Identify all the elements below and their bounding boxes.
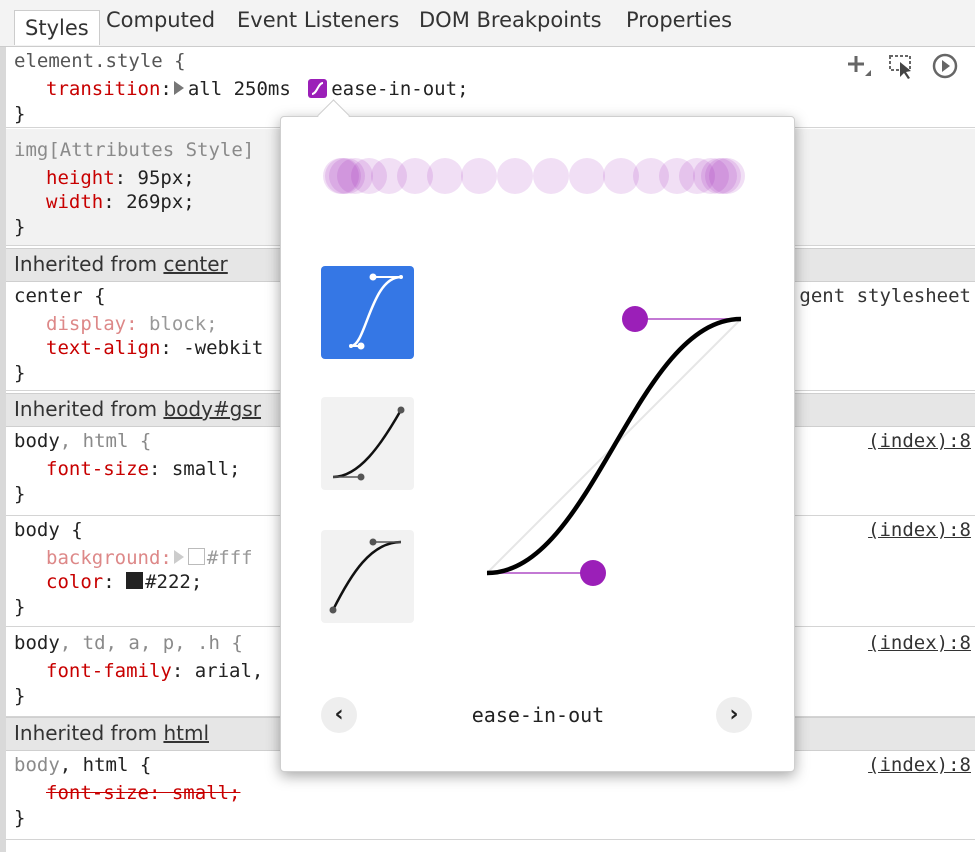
rule-source: gent stylesheet	[799, 285, 971, 307]
preset-ease-out[interactable]	[321, 530, 414, 623]
expand-triangle-icon[interactable]	[173, 550, 184, 564]
rule-source-link[interactable]: (index):8	[868, 632, 971, 654]
inherited-link[interactable]: center	[163, 252, 227, 276]
property-name: height	[46, 167, 115, 189]
color-swatch-icon[interactable]	[126, 572, 144, 589]
selector: center {	[14, 285, 106, 307]
rule-close: }	[14, 216, 26, 238]
selector: element.style {	[14, 50, 186, 72]
tab-bar: Styles Computed Event Listeners DOM Brea…	[0, 0, 975, 47]
property-value: all 250ms	[187, 78, 303, 100]
rule-close: }	[14, 483, 26, 505]
selector: body {	[14, 519, 83, 541]
inherited-label: Inherited from	[14, 397, 164, 421]
rule-toolbar	[845, 52, 965, 82]
text-align-declaration[interactable]: text-align: -webkit	[46, 337, 263, 359]
inherited-link[interactable]: html	[163, 721, 209, 745]
expand-triangle-icon[interactable]	[173, 81, 184, 95]
bezier-swatch-icon[interactable]	[308, 79, 328, 98]
property-value: -webkit	[183, 337, 264, 359]
animations-icon[interactable]	[931, 52, 959, 80]
property-value: block;	[148, 313, 218, 335]
property-value: #222;	[145, 571, 203, 593]
overridden-declaration[interactable]: font-size: small;	[46, 782, 240, 804]
selector: body, td, a, p, .h {	[14, 632, 243, 654]
preset-ease-in-out[interactable]	[321, 266, 414, 359]
transition-declaration[interactable]: transition: all 250ms ease-in-out;	[46, 78, 469, 100]
inherited-link[interactable]: body#gsr	[163, 397, 261, 421]
prev-preset-button[interactable]: ‹	[321, 697, 357, 733]
next-preset-button[interactable]: ›	[716, 697, 752, 733]
inherited-label: Inherited from	[14, 252, 164, 276]
property-name: transition	[46, 78, 161, 100]
rule-close: }	[14, 362, 26, 384]
property-value: 269px;	[126, 191, 195, 213]
height-declaration[interactable]: height: 95px;	[46, 167, 195, 189]
rule-close: }	[14, 103, 26, 125]
property-value: 95px;	[137, 167, 195, 189]
property-value: small;	[171, 458, 241, 480]
property-name: color	[46, 571, 104, 593]
rule-close: }	[14, 596, 26, 618]
property-value: arial,	[194, 660, 264, 682]
inherited-label: Inherited from	[14, 721, 164, 745]
width-declaration[interactable]: width: 269px;	[46, 191, 195, 213]
property-name: font-family	[46, 660, 172, 682]
rule-close: }	[14, 807, 26, 829]
tab-computed[interactable]: Computed	[106, 8, 215, 32]
preset-ease-in[interactable]	[321, 397, 414, 490]
selector: img[Attributes Style]	[14, 139, 255, 161]
curve-name-label: ease-in-out	[471, 703, 605, 727]
bezier-curve-editor[interactable]	[471, 297, 771, 597]
property-name: font-size	[46, 458, 149, 480]
property-name: display	[46, 313, 127, 335]
property-name: background	[46, 547, 161, 569]
easing-value: ease-in-out;	[331, 78, 469, 100]
tab-dom-breakpoints[interactable]: DOM Breakpoints	[419, 8, 602, 32]
selector: body, html {	[14, 754, 152, 776]
display-declaration[interactable]: display: block;	[46, 313, 218, 335]
easing-preview	[323, 158, 745, 194]
new-rule-icon[interactable]	[845, 52, 873, 80]
tab-event-listeners[interactable]: Event Listeners	[237, 8, 399, 32]
bezier-editor-popover: ‹ ease-in-out ›	[280, 116, 795, 772]
element-state-icon[interactable]	[887, 52, 915, 80]
property-name: width	[46, 191, 104, 213]
rule-close: }	[14, 685, 26, 707]
property-name: text-align	[46, 337, 161, 359]
color-declaration[interactable]: color: #222;	[46, 571, 202, 593]
tab-properties[interactable]: Properties	[626, 8, 732, 32]
rule-source-link[interactable]: (index):8	[868, 430, 971, 452]
tab-styles[interactable]: Styles	[14, 10, 100, 45]
font-size-declaration[interactable]: font-size: small;	[46, 458, 240, 480]
color-swatch-icon[interactable]	[187, 548, 205, 565]
selector: body, html {	[14, 430, 152, 452]
property-value: #fff	[206, 547, 253, 569]
rule-source-link[interactable]: (index):8	[868, 519, 971, 541]
control-point-1-handle[interactable]	[580, 560, 606, 586]
control-point-2-handle[interactable]	[622, 306, 648, 332]
font-family-declaration[interactable]: font-family: arial,	[46, 660, 263, 682]
background-declaration[interactable]: background: #fff	[46, 547, 253, 569]
rule-source-link[interactable]: (index):8	[868, 754, 971, 776]
